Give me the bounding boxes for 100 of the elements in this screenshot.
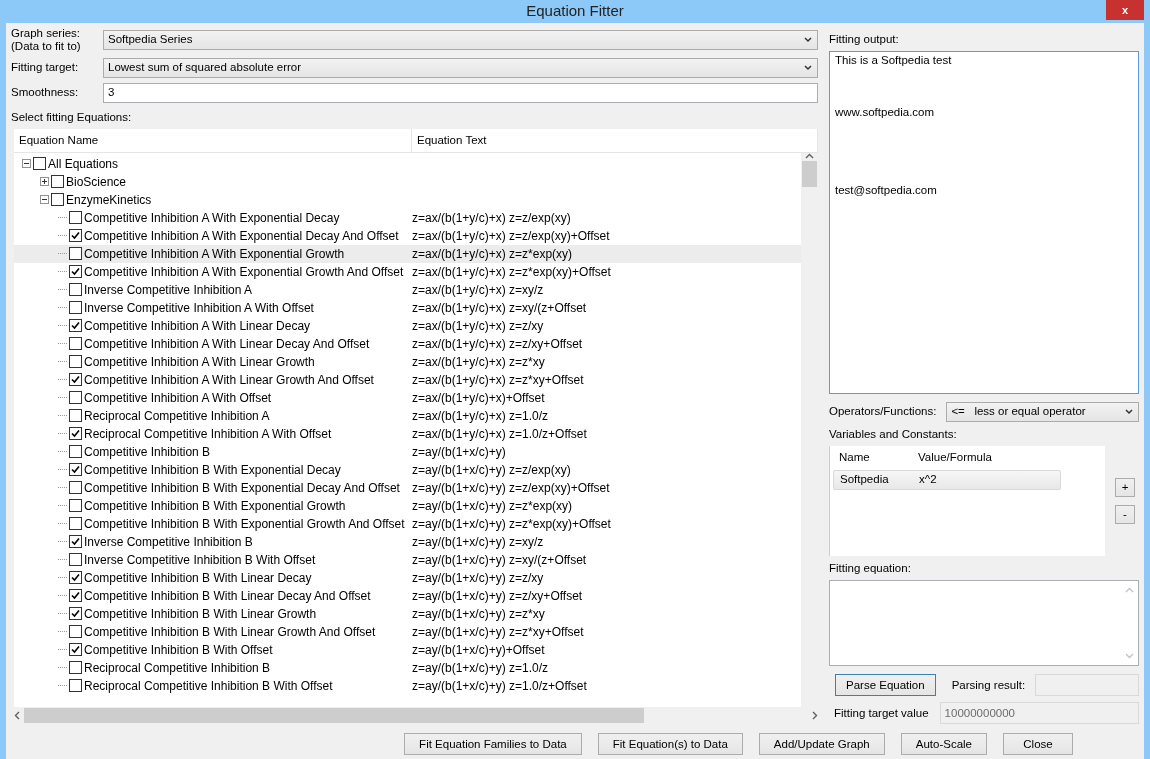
checkbox[interactable] xyxy=(69,499,82,513)
tree-row[interactable]: Competitive Inhibition B With Linear Decay And Offset z=ay/(b(1+x/c)+y) z=z/xy+Offset xyxy=(14,586,801,605)
column-header[interactable]: Value/Formula xyxy=(909,449,1029,467)
checkbox[interactable] xyxy=(69,319,82,333)
tree-row[interactable]: Competitive Inhibition A With Linear Growth z=ax/(b(1+y/c)+x) z=z*xy xyxy=(14,352,801,371)
checkbox[interactable] xyxy=(69,301,82,315)
checkbox[interactable] xyxy=(69,553,82,567)
checkbox[interactable] xyxy=(69,373,82,387)
checkbox[interactable] xyxy=(69,409,82,423)
checkbox[interactable] xyxy=(33,157,46,171)
collapse-icon[interactable] xyxy=(40,195,49,205)
checkbox[interactable] xyxy=(69,355,82,369)
tree-row[interactable]: Reciprocal Competitive Inhibition A z=ax/(b(1+y/c)+x) z=1.0/z xyxy=(14,406,801,425)
add-button[interactable]: + xyxy=(1115,478,1135,497)
tree-row[interactable]: Inverse Competitive Inhibition A z=ax/(b(1+y/c)+x) z=xy/z xyxy=(14,280,801,299)
tree-row[interactable]: Competitive Inhibition A With Offset z=ax/(b(1+y/c)+x)+Offset xyxy=(14,388,801,407)
checkbox[interactable] xyxy=(51,193,64,207)
equation-text: z=ay/(b(1+x/c)+y) z=z*xy+Offset xyxy=(412,623,584,641)
tree-row[interactable]: Reciprocal Competitive Inhibition B With Offset z=ay/(b(1+x/c)+y) z=1.0/z+Offset xyxy=(14,676,801,695)
tree-row[interactable]: Inverse Competitive Inhibition A With Offset z=ax/(b(1+y/c)+x) z=xy/(z+Offset xyxy=(14,298,801,317)
tree-item-label: Competitive Inhibition B With Exponential Growth xyxy=(84,497,346,515)
equation-text: z=ay/(b(1+x/c)+y) z=z/exp(xy) xyxy=(412,461,571,479)
checkbox[interactable] xyxy=(69,607,82,621)
checkbox[interactable] xyxy=(69,265,82,279)
column-header[interactable]: Name xyxy=(830,449,909,467)
checkbox[interactable] xyxy=(69,247,82,261)
equation-text: z=ax/(b(1+y/c)+x) z=z*exp(xy)+Offset xyxy=(412,263,611,281)
tree-row[interactable]: Competitive Inhibition B With Linear Growth z=ay/(b(1+x/c)+y) z=z*xy xyxy=(14,604,801,623)
window-close-button[interactable]: x xyxy=(1106,0,1144,20)
equation-text: z=ay/(b(1+x/c)+y) z=xy/z xyxy=(412,533,544,551)
collapse-icon[interactable] xyxy=(22,159,31,169)
tree-row[interactable]: Competitive Inhibition B With Exponential Growth z=ay/(b(1+x/c)+y) z=z*exp(xy) xyxy=(14,496,801,515)
equation-text: z=ay/(b(1+x/c)+y) z=1.0/z xyxy=(412,659,549,677)
tree-row[interactable]: Competitive Inhibition A With Linear Growth And Offset z=ax/(b(1+y/c)+x) z=z*xy+Offset xyxy=(14,370,801,389)
equation-text: z=ax/(b(1+y/c)+x) z=z/xy xyxy=(412,317,544,335)
checkbox[interactable] xyxy=(69,643,82,657)
dialog-button[interactable]: Close xyxy=(1003,733,1073,756)
parse-equation-button[interactable]: Parse Equation xyxy=(835,674,936,697)
tree-row[interactable]: Competitive Inhibition A With Linear Decay z=ax/(b(1+y/c)+x) z=z/xy xyxy=(14,316,801,335)
tree-row[interactable]: Competitive Inhibition B With Exponential Decay And Offset z=ay/(b(1+x/c)+y) z=z/exp(xy)+Offset xyxy=(14,478,801,497)
table-row[interactable]: Softpedia x^2 xyxy=(833,470,1061,490)
checkbox[interactable] xyxy=(69,445,82,459)
equation-text: z=ax/(b(1+y/c)+x) z=xy/(z+Offset xyxy=(412,299,587,317)
checkbox[interactable] xyxy=(69,661,82,675)
tree-row[interactable]: Reciprocal Competitive Inhibition B z=ay/(b(1+x/c)+y) z=1.0/z xyxy=(14,658,801,677)
checkbox[interactable] xyxy=(69,391,82,405)
chevron-down-icon xyxy=(803,35,813,44)
tree-row[interactable]: Reciprocal Competitive Inhibition A With Offset z=ax/(b(1+y/c)+x) z=1.0/z+Offset xyxy=(14,424,801,443)
checkbox[interactable] xyxy=(69,571,82,585)
tree-item-label: Competitive Inhibition B With Offset xyxy=(84,641,273,659)
checkbox[interactable] xyxy=(69,625,82,639)
checkbox[interactable] xyxy=(69,517,82,531)
tree-row[interactable]: Competitive Inhibition B With Exponential Growth And Offset z=ay/(b(1+x/c)+y) z=z*exp(xy)+Offset xyxy=(14,514,801,533)
input-field[interactable]: 3 xyxy=(103,82,818,103)
dialog-button[interactable]: Add/Update Graph xyxy=(758,733,885,756)
checkbox[interactable] xyxy=(51,175,64,189)
dialog-button[interactable]: Fit Equation(s) to Data xyxy=(597,733,743,756)
equation-text: z=ax/(b(1+y/c)+x) z=xy/z xyxy=(412,281,544,299)
dialog-button[interactable]: Fit Equation Families to Data xyxy=(404,733,582,756)
tree-row[interactable]: Competitive Inhibition B With Linear Decay z=ay/(b(1+x/c)+y) z=z/xy xyxy=(14,568,801,587)
tree-row[interactable]: Competitive Inhibition B With Exponential Decay z=ay/(b(1+x/c)+y) z=z/exp(xy) xyxy=(14,460,801,479)
tree-row[interactable]: Competitive Inhibition B z=ay/(b(1+x/c)+y) xyxy=(14,442,801,461)
tree-item-label: Competitive Inhibition B With Linear Decay And Offset xyxy=(84,587,371,605)
tree-row[interactable]: Competitive Inhibition A With Linear Decay And Offset z=ax/(b(1+y/c)+x) z=z/xy+Offset xyxy=(14,334,801,353)
scroll-left-icon[interactable] xyxy=(14,711,20,721)
checkbox[interactable] xyxy=(69,211,82,225)
output-text-area[interactable]: This is a Softpedia test www.softpedia.com test@softpedia.com xyxy=(829,50,1139,394)
dropdown[interactable]: Softpedia Series xyxy=(103,29,818,50)
scrollbar-thumb[interactable] xyxy=(802,160,817,187)
scrollbar-thumb[interactable] xyxy=(24,708,644,724)
tree-row[interactable]: Inverse Competitive Inhibition B With Offset z=ay/(b(1+x/c)+y) z=xy/(z+Offset xyxy=(14,550,801,569)
checkbox[interactable] xyxy=(69,337,82,351)
checkbox[interactable] xyxy=(69,535,82,549)
checkbox[interactable] xyxy=(69,463,82,477)
tree-row[interactable]: Competitive Inhibition B With Offset z=ay/(b(1+x/c)+y)+Offset xyxy=(14,640,801,659)
column-header[interactable]: Equation Name xyxy=(14,128,412,152)
section-label: Fitting equation: xyxy=(829,561,912,576)
checkbox[interactable] xyxy=(69,679,82,693)
checkbox[interactable] xyxy=(69,229,82,243)
checkbox[interactable] xyxy=(69,481,82,495)
expand-icon[interactable] xyxy=(40,177,49,187)
dialog-button[interactable]: Auto-Scale xyxy=(900,733,987,756)
tree-row[interactable]: Competitive Inhibition A With Exponential Growth And Offset z=ax/(b(1+y/c)+x) z=z*exp(xy)+Offset xyxy=(14,262,801,281)
dropdown[interactable]: <= less or equal operator xyxy=(946,401,1139,422)
column-header[interactable]: Equation Text xyxy=(412,128,818,152)
checkbox[interactable] xyxy=(69,283,82,297)
checkbox[interactable] xyxy=(69,589,82,603)
scroll-up-icon[interactable] xyxy=(805,152,814,159)
tree-row[interactable]: Inverse Competitive Inhibition B z=ay/(b(1+x/c)+y) z=xy/z xyxy=(14,532,801,551)
remove-button[interactable]: - xyxy=(1115,505,1135,524)
tree-row[interactable]: Competitive Inhibition A With Exponential Decay And Offset z=ax/(b(1+y/c)+x) z=z/exp(xy)+Offset xyxy=(14,226,801,245)
field-label: Smoothness: xyxy=(11,86,80,99)
equation-text: z=ax/(b(1+y/c)+x) z=1.0/z+Offset xyxy=(412,425,587,443)
checkbox[interactable] xyxy=(69,427,82,441)
tree-row[interactable]: Competitive Inhibition B With Linear Growth And Offset z=ay/(b(1+x/c)+y) z=z*xy+Offset xyxy=(14,622,801,641)
scroll-right-icon[interactable] xyxy=(812,711,818,721)
tree-row[interactable]: Competitive Inhibition A With Exponential Decay z=ax/(b(1+y/c)+x) z=z/exp(xy) xyxy=(14,208,801,227)
dropdown[interactable]: Lowest sum of squared absolute error xyxy=(103,57,818,78)
tree-row[interactable]: Competitive Inhibition A With Exponential Growth z=ax/(b(1+y/c)+x) z=z*exp(xy) xyxy=(14,244,801,263)
tree-item-label: Competitive Inhibition A With Exponential Growth xyxy=(84,245,345,263)
